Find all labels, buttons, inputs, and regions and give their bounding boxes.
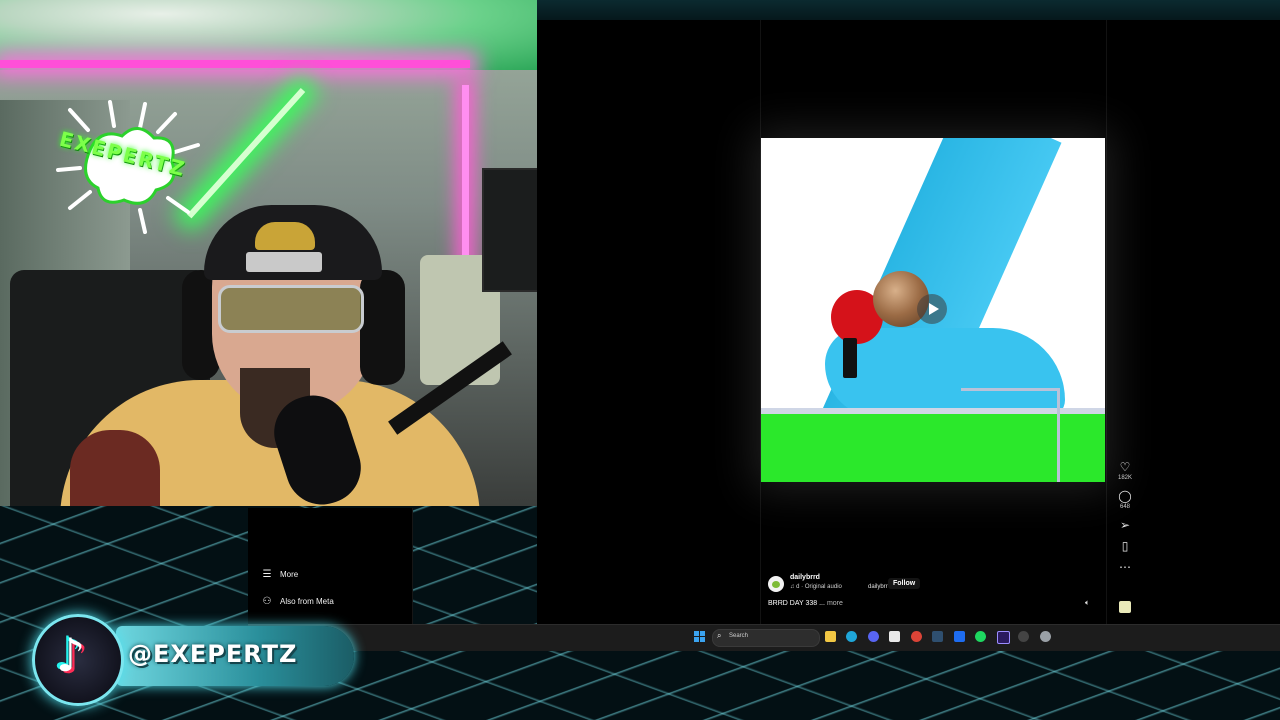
tiktok-icon: ♪ (56, 628, 86, 682)
comment-button[interactable]: ◯ 648 (1112, 489, 1138, 511)
follow-button[interactable]: Follow (888, 578, 921, 589)
search-placeholder: Search (729, 633, 749, 639)
bookmark-icon: ▯ (1121, 539, 1129, 553)
person-sleeve (70, 430, 160, 506)
windows-start-icon[interactable] (694, 631, 705, 642)
file-explorer-icon[interactable] (825, 631, 836, 642)
menu-icon: ☰ (262, 569, 272, 580)
heart-icon: ♡ (1119, 460, 1131, 474)
volume-icon[interactable]: 🔈︎ (1085, 598, 1090, 608)
share-button[interactable]: ➢ (1112, 518, 1138, 532)
monitor (482, 168, 537, 292)
premiere-icon[interactable] (997, 631, 1010, 644)
edge-icon[interactable] (846, 631, 857, 642)
comment-icon: ◯ (1118, 489, 1132, 503)
like-button[interactable]: ♡ 182K (1112, 460, 1138, 482)
meta-apps-icon: ⚇ (262, 596, 272, 607)
nav-item-label: More (280, 570, 299, 579)
dropbox-icon[interactable] (954, 631, 965, 642)
nav-item-label: Also from Meta (280, 597, 334, 606)
audio-mini-label: dailybrr (868, 584, 888, 590)
more-options-button[interactable]: ⋯ (1112, 560, 1138, 574)
audio-thumbnail[interactable] (1119, 601, 1131, 613)
caption-more-link[interactable]: more (827, 600, 843, 607)
comment-count: 648 (1119, 504, 1130, 510)
send-icon: ➢ (1119, 518, 1131, 532)
headphone-right (360, 270, 405, 385)
more-icon: ⋯ (1119, 560, 1131, 574)
webcam-feed: EXEPERTZ (0, 0, 537, 506)
nav-item-also-from-meta[interactable]: ⚇ Also from Meta (260, 596, 334, 607)
play-icon[interactable] (917, 294, 947, 324)
caption: BRRD DAY 338 ... more (768, 600, 843, 607)
discord-icon[interactable] (868, 631, 879, 642)
chrome-icon[interactable] (911, 631, 922, 642)
video-net (961, 388, 1060, 482)
settings-icon[interactable] (1040, 631, 1051, 642)
hair (255, 222, 315, 250)
caption-text: BRRD DAY 338 ... (768, 600, 825, 607)
save-button[interactable]: ▯ (1112, 539, 1138, 553)
neon-light-pink (0, 60, 470, 68)
spotify-icon[interactable] (975, 631, 986, 642)
cap-band (246, 252, 322, 272)
audio-label[interactable]: ♫ d · Original audio (790, 584, 842, 590)
steam-icon[interactable] (932, 631, 943, 642)
capcut-icon[interactable] (889, 631, 900, 642)
badge-handle: @EXEPERTZ (128, 640, 298, 668)
search-icon: ⌕ (717, 631, 722, 640)
glasses (218, 285, 364, 333)
author-name[interactable]: dailybrrd (790, 574, 820, 581)
reel-video[interactable] (761, 138, 1105, 482)
obs-icon[interactable] (1018, 631, 1029, 642)
avatar[interactable] (768, 576, 784, 592)
video-paddle-handle (843, 338, 857, 378)
reel-action-rail: ♡ 182K ◯ 648 ➢ ▯ ⋯ (1112, 460, 1138, 581)
nav-item-more[interactable]: ☰ More (260, 569, 299, 580)
like-count: 182K (1117, 475, 1132, 481)
